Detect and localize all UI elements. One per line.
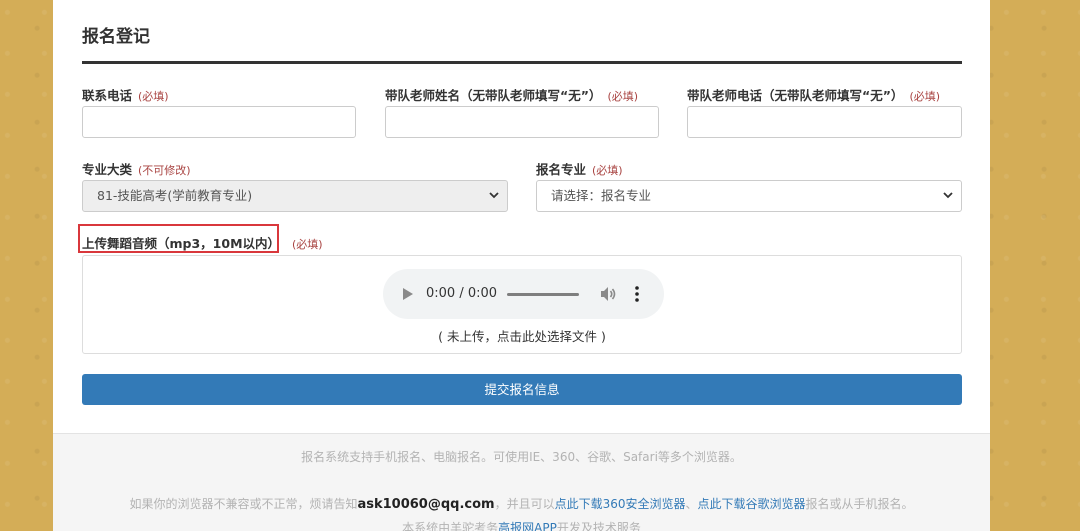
- required-tag: (必填): [607, 90, 639, 103]
- volume-icon[interactable]: [599, 285, 617, 303]
- major-category-value: 81-技能高考(学前教育专业): [97, 188, 253, 203]
- audio-player[interactable]: 0:00 / 0:00: [383, 269, 664, 319]
- major-select[interactable]: 请选择：报名专业: [536, 180, 962, 212]
- footer-compat-notice: 如果你的浏览器不兼容或不正常，烦请告知ask10060@qq.com，并且可以点…: [53, 495, 990, 512]
- page-title: 报名登记: [82, 27, 150, 47]
- footer-credits-prefix: 本系统由羊驼考务: [402, 521, 499, 531]
- major-value: 请选择：报名专业: [551, 188, 652, 203]
- teacher-phone-input[interactable]: [687, 106, 962, 138]
- app-link[interactable]: 高报网APP: [498, 521, 557, 531]
- play-icon[interactable]: [403, 288, 413, 300]
- teacher-name-label-text: 带队老师姓名（无带队老师填写“无”）: [385, 88, 602, 103]
- title-divider: [82, 61, 962, 64]
- footer-compat-suffix: 报名或从手机报名。: [805, 497, 914, 511]
- footer-compat-mid: ，并且可以: [494, 497, 555, 511]
- major-label-text: 报名专业: [536, 162, 587, 177]
- footer-browser-support: 报名系统支持手机报名、电脑报名。可使用IE、360、谷歌、Safari等多个浏览…: [301, 450, 742, 464]
- footer-compat-prefix: 如果你的浏览器不兼容或不正常，烦请告知: [129, 497, 358, 511]
- teacher-phone-label: 带队老师电话（无带队老师填写“无”） (必填): [687, 85, 940, 104]
- required-tag: (必填): [138, 90, 169, 103]
- major-label: 报名专业 (必填): [536, 159, 623, 178]
- support-email: ask10060@qq.com: [357, 497, 495, 512]
- more-vert-icon[interactable]: [635, 285, 639, 303]
- download-360-link[interactable]: 点此下载360安全浏览器: [555, 497, 686, 511]
- major-category-label: 专业大类 (不可修改): [82, 159, 191, 178]
- teacher-phone-label-text: 带队老师电话（无带队老师填写“无”）: [687, 88, 904, 103]
- major-category-label-text: 专业大类: [82, 162, 133, 177]
- phone-input[interactable]: [82, 106, 356, 138]
- upload-hint[interactable]: ( 未上传，点击此处选择文件 ): [83, 326, 961, 345]
- footer-credits: 本系统由羊驼考务高报网APP开发及技术服务: [53, 519, 990, 531]
- footer: 报名系统支持手机报名、电脑报名。可使用IE、360、谷歌、Safari等多个浏览…: [53, 433, 990, 531]
- download-chrome-link[interactable]: 点此下载谷歌浏览器: [698, 497, 806, 511]
- phone-label-text: 联系电话: [82, 88, 133, 103]
- submit-button[interactable]: 提交报名信息: [82, 374, 962, 405]
- required-tag: (必填): [592, 164, 623, 177]
- footer-credits-suffix: 开发及技术服务: [556, 521, 641, 531]
- teacher-name-input[interactable]: [385, 106, 659, 138]
- registration-panel: 报名登记 联系电话 (必填) 带队老师姓名（无带队老师填写“无”） (必填) 带队老…: [53, 0, 990, 531]
- required-tag: (必填): [292, 238, 323, 251]
- teacher-name-label: 带队老师姓名（无带队老师填写“无”） (必填): [385, 85, 638, 104]
- audio-upload-area[interactable]: 0:00 / 0:00 ( 未上传，点击此处选择文件 ): [82, 255, 962, 354]
- major-category-select[interactable]: 81-技能高考(学前教育专业): [82, 180, 508, 212]
- footer-separator: 、: [685, 497, 698, 511]
- chevron-down-icon: [943, 192, 953, 199]
- phone-label: 联系电话 (必填): [82, 85, 169, 104]
- chevron-down-icon: [489, 192, 499, 199]
- audio-time: 0:00 / 0:00: [426, 286, 498, 301]
- locked-tag: (不可修改): [138, 164, 191, 177]
- audio-progress-bar[interactable]: [507, 293, 579, 296]
- highlight-annotation-box: [78, 224, 279, 253]
- required-tag: (必填): [909, 90, 941, 103]
